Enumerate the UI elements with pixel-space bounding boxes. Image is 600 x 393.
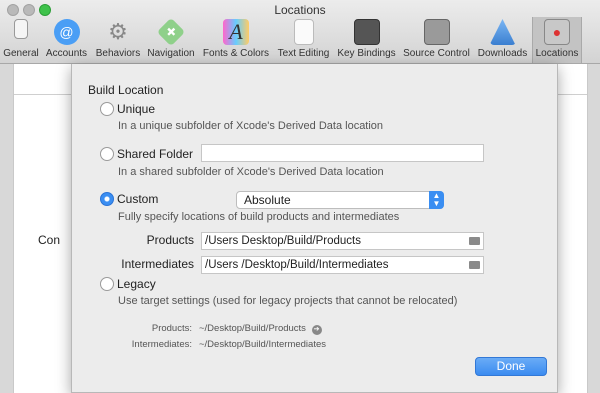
folder-icon[interactable] (469, 237, 480, 245)
toolbar-key-bindings[interactable]: Key Bindings (334, 17, 399, 63)
toolbar-general-label: General (3, 48, 39, 59)
sheet-title: Build Location (88, 83, 164, 97)
chevron-updown-icon: ▲ ▼ (429, 191, 444, 209)
window-title: Locations (274, 3, 326, 17)
shared-folder-radio-row[interactable]: Shared Folder (100, 147, 193, 161)
custom-path-type-select[interactable]: Absolute ▲ ▼ (236, 191, 444, 209)
products-path-value: /Users Desktop/Build/Products (205, 235, 361, 247)
toolbar-downloads[interactable]: Downloads (474, 17, 531, 63)
reveal-arrow-icon[interactable]: ➔ (311, 325, 322, 335)
intermediates-path-value: /Users /Desktop/Build/Intermediates (205, 259, 389, 271)
toolbar-text-editing-label: Text Editing (277, 48, 330, 59)
shared-folder-label: Shared Folder (117, 147, 194, 161)
accounts-icon: @ (53, 19, 80, 45)
intermediates-label: Intermediates (121, 257, 194, 271)
legacy-label: Legacy (117, 277, 156, 291)
legacy-radio-row[interactable]: Legacy (100, 277, 156, 291)
toolbar-key-bindings-label: Key Bindings (337, 48, 396, 59)
shared-folder-field[interactable] (201, 144, 484, 162)
build-location-sheet: Build Location Unique In a unique subfol… (71, 64, 558, 393)
source-control-icon (423, 19, 450, 45)
toolbar-source-control[interactable]: Source Control (401, 17, 472, 63)
summary-products-key: Products: (151, 323, 192, 334)
summary-products-value: ~/Desktop/Build/Products ➔ (199, 323, 322, 335)
custom-label: Custom (117, 192, 159, 206)
toolbar-behaviors[interactable]: ⚙ Behaviors (92, 17, 144, 63)
unique-description: In a unique subfolder of Xcode's Derived… (118, 120, 384, 132)
legacy-radio[interactable] (100, 277, 114, 291)
done-button[interactable]: Done (475, 357, 547, 376)
products-path-field[interactable]: /Users Desktop/Build/Products (201, 232, 484, 250)
downloads-icon (489, 19, 516, 45)
locations-icon: ● (544, 19, 570, 45)
summary-products-path: ~/Desktop/Build/Products (199, 323, 306, 334)
window-titlebar: Locations General @ Accounts ⚙ Behaviors… (0, 0, 600, 64)
custom-description: Fully specify locations of build product… (118, 211, 400, 223)
toolbar-behaviors-label: Behaviors (95, 48, 141, 59)
unique-radio[interactable] (100, 102, 114, 116)
fonts-colors-icon: A (223, 19, 249, 45)
shared-folder-radio[interactable] (100, 147, 114, 161)
key-bindings-icon (353, 19, 380, 45)
custom-path-type-value: Absolute (244, 193, 291, 207)
toolbar-locations-label: Locations (535, 48, 579, 59)
shared-folder-description: In a shared subfolder of Xcode's Derived… (118, 166, 384, 178)
unique-label: Unique (117, 102, 156, 116)
toolbar-navigation[interactable]: ✚ Navigation (145, 17, 197, 63)
general-icon (14, 19, 28, 39)
toolbar-accounts-label: Accounts (45, 48, 88, 59)
toolbar-fonts-colors-label: Fonts & Colors (202, 48, 270, 59)
background-partial-label: Con (38, 233, 61, 247)
toolbar-source-control-label: Source Control (403, 48, 470, 59)
toolbar-downloads-label: Downloads (477, 48, 528, 59)
summary-intermediates-key: Intermediates: (131, 339, 192, 350)
folder-icon[interactable] (469, 261, 480, 269)
toolbar-navigation-label: Navigation (147, 48, 195, 59)
custom-radio-row[interactable]: Custom (100, 192, 158, 206)
toolbar-general[interactable]: General (0, 17, 42, 63)
toolbar-locations[interactable]: ● Locations (532, 17, 582, 63)
unique-radio-row[interactable]: Unique (100, 102, 155, 116)
summary-intermediates-value: ~/Desktop/Build/Intermediates (199, 339, 326, 350)
toolbar-accounts[interactable]: @ Accounts (43, 17, 90, 63)
custom-radio[interactable] (100, 192, 114, 206)
behaviors-icon: ⚙ (108, 19, 128, 44)
toolbar-fonts-colors[interactable]: A Fonts & Colors (199, 17, 273, 63)
text-editing-icon (293, 19, 314, 45)
intermediates-path-field[interactable]: /Users /Desktop/Build/Intermediates (201, 256, 484, 274)
legacy-description: Use target settings (used for legacy pro… (118, 295, 458, 307)
products-label: Products (146, 233, 194, 247)
toolbar-text-editing[interactable]: Text Editing (274, 17, 333, 63)
navigation-icon: ✚ (156, 17, 186, 47)
